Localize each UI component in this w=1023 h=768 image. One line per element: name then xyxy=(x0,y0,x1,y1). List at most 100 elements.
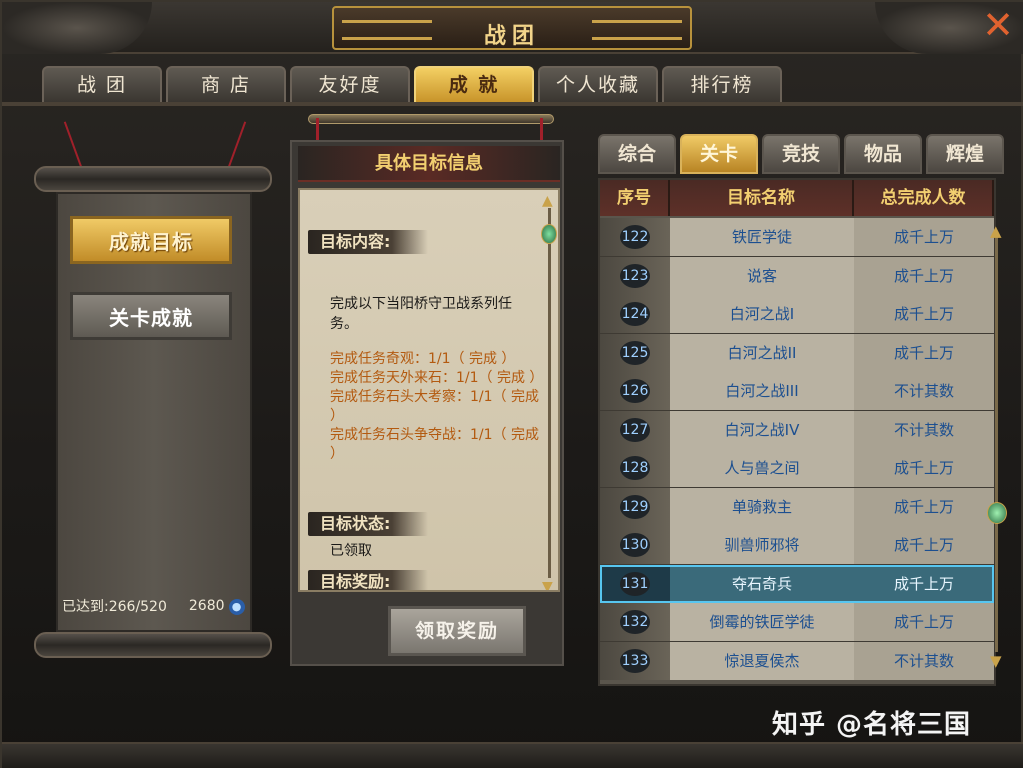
row-completion-count: 不计其数 xyxy=(854,372,994,410)
goal-detail-panel: 具体目标信息 目标内容: 完成以下当阳桥守卫战系列任务。 完成任务奇观：1/1（… xyxy=(290,114,568,666)
left-scroll-panel: 成就目标 关卡成就 已达到:266/520 2680 ● xyxy=(34,120,274,660)
points-display: 2680 ● xyxy=(189,598,245,615)
detail-box: 具体目标信息 目标内容: 完成以下当阳桥守卫战系列任务。 完成任务奇观：1/1（… xyxy=(290,140,564,666)
task-item: 完成任务奇观：1/1（ 完成 ） xyxy=(330,351,516,367)
game-window: 战团 ✕ 战 团 商 店 友好度 成 就 个人收藏 排行榜 成就目标 关卡成就 … xyxy=(0,0,1023,768)
row-number: 133 xyxy=(620,648,650,673)
scroll-up-icon[interactable]: ▲ xyxy=(990,222,1002,240)
table-row[interactable]: 132 倒霉的铁匠学徒 成千上万 xyxy=(600,603,994,642)
row-number-cell: 122 xyxy=(600,218,670,256)
goal-state-label: 目标状态: xyxy=(308,512,428,536)
tab-shop[interactable]: 商 店 xyxy=(166,66,286,102)
task-list: 完成任务奇观：1/1（ 完成 ） 完成任务天外来石：1/1（ 完成 ） 完成任务… xyxy=(330,350,544,464)
goal-description: 完成以下当阳桥守卫战系列任务。 xyxy=(330,296,512,332)
row-number: 128 xyxy=(620,456,650,480)
row-completion-count: 成千上万 xyxy=(854,333,994,372)
tab-general[interactable]: 综合 xyxy=(598,134,676,174)
tab-friendship[interactable]: 友好度 xyxy=(290,66,410,102)
row-number-cell: 132 xyxy=(600,603,670,641)
task-item: 完成任务天外来石：1/1（ 完成 ） xyxy=(330,370,544,386)
table-row[interactable]: 127 白河之战IV 不计其数 xyxy=(600,410,994,449)
tab-glory[interactable]: 辉煌 xyxy=(926,134,1004,174)
goal-content-label: 目标内容: xyxy=(308,230,428,254)
row-number: 126 xyxy=(620,379,650,403)
column-header-count: 总完成人数 xyxy=(854,180,994,216)
tab-achievement[interactable]: 成 就 xyxy=(414,66,534,102)
row-goal-name: 白河之战IV xyxy=(670,410,854,449)
stage-achievement-button[interactable]: 关卡成就 xyxy=(70,292,232,340)
row-goal-name: 夺石奇兵 xyxy=(670,564,854,603)
scroll-down-icon[interactable]: ▼ xyxy=(542,580,553,590)
title-bar: 战团 ✕ xyxy=(2,2,1023,54)
row-completion-count: 不计其数 xyxy=(854,410,994,449)
row-goal-name: 白河之战I xyxy=(670,295,854,333)
achievement-table: 序号 目标名称 总完成人数 122 铁匠学徒 成千上万 123 说客 成千上万 124 白河之… xyxy=(598,178,996,686)
row-goal-name: 人与兽之间 xyxy=(670,449,854,487)
row-completion-count: 成千上万 xyxy=(854,218,994,256)
main-tab-bar: 战 团 商 店 友好度 成 就 个人收藏 排行榜 xyxy=(42,66,782,102)
progress-label: 已达到:266/520 xyxy=(62,599,167,615)
achievement-goal-button[interactable]: 成就目标 xyxy=(70,216,232,264)
tab-collection[interactable]: 个人收藏 xyxy=(538,66,658,102)
row-number-cell: 128 xyxy=(600,449,670,487)
row-completion-count: 成千上万 xyxy=(854,526,994,564)
row-number: 131 xyxy=(620,571,650,596)
tab-arena[interactable]: 竞技 xyxy=(762,134,840,174)
claim-reward-button[interactable]: 领取奖励 xyxy=(388,606,526,656)
row-number-cell: 123 xyxy=(600,256,670,295)
row-number-cell: 131 xyxy=(600,564,670,603)
window-title: 战团 xyxy=(483,24,540,49)
table-row[interactable]: 125 白河之战II 成千上万 xyxy=(600,333,994,372)
tab-ranking[interactable]: 排行榜 xyxy=(662,66,782,102)
row-completion-count: 成千上万 xyxy=(854,449,994,487)
row-number: 123 xyxy=(620,263,650,288)
table-row[interactable]: 133 惊退夏侯杰 不计其数 xyxy=(600,641,994,680)
achievement-list-panel: 综合 关卡 竞技 物品 辉煌 序号 目标名称 总完成人数 122 铁匠学徒 成千上万… xyxy=(598,126,1008,686)
scroll-up-icon[interactable]: ▲ xyxy=(542,194,553,208)
table-row[interactable]: 123 说客 成千上万 xyxy=(600,256,994,295)
row-completion-count: 成千上万 xyxy=(854,256,994,295)
row-number: 127 xyxy=(620,417,650,442)
tab-stage[interactable]: 关卡 xyxy=(680,134,758,174)
tab-team[interactable]: 战 团 xyxy=(42,66,162,102)
column-header-name: 目标名称 xyxy=(670,180,854,216)
row-goal-name: 说客 xyxy=(670,256,854,295)
table-row[interactable]: 131 夺石奇兵 成千上万 xyxy=(600,564,994,603)
coin-icon: ● xyxy=(228,598,245,615)
row-goal-name: 白河之战III xyxy=(670,372,854,410)
scroll-roller-bottom xyxy=(34,632,272,658)
table-row[interactable]: 124 白河之战I 成千上万 xyxy=(600,295,994,334)
row-number: 130 xyxy=(620,533,650,557)
row-number-cell: 124 xyxy=(600,295,670,333)
column-header-no: 序号 xyxy=(600,180,670,216)
row-number-cell: 127 xyxy=(600,410,670,449)
row-goal-name: 惊退夏侯杰 xyxy=(670,641,854,680)
scroll-down-icon[interactable]: ▼ xyxy=(990,652,1002,670)
row-number: 129 xyxy=(620,494,650,519)
scrollbar-thumb[interactable] xyxy=(541,224,557,244)
row-number-cell: 133 xyxy=(600,641,670,680)
row-completion-count: 成千上万 xyxy=(854,603,994,641)
dragon-ornament-left xyxy=(2,2,152,54)
rod-ribbon-right xyxy=(540,118,543,140)
list-scrollbar[interactable]: ▲ ▼ xyxy=(987,222,1007,670)
table-row[interactable]: 126 白河之战III 不计其数 xyxy=(600,372,994,411)
detail-scrollbar[interactable]: ▲ ▼ xyxy=(541,194,557,590)
table-row[interactable]: 122 铁匠学徒 成千上万 xyxy=(600,218,994,257)
rod-ribbon-left xyxy=(316,118,319,140)
table-row[interactable]: 128 人与兽之间 成千上万 xyxy=(600,449,994,488)
row-number-cell: 126 xyxy=(600,372,670,410)
row-number: 125 xyxy=(620,340,650,365)
scrollbar-track xyxy=(548,208,551,578)
task-item: 完成任务石头大考察：1/1（ 完成 ） xyxy=(330,389,539,424)
goal-reward-label: 目标奖励: xyxy=(308,570,428,590)
table-row[interactable]: 129 单骑救主 成千上万 xyxy=(600,487,994,526)
detail-body: 目标内容: 完成以下当阳桥守卫战系列任务。 完成任务奇观：1/1（ 完成 ） 完… xyxy=(298,188,560,592)
scrollbar-thumb[interactable] xyxy=(987,502,1007,524)
table-header: 序号 目标名称 总完成人数 xyxy=(600,180,994,216)
table-row[interactable]: 130 驯兽师邪将 成千上万 xyxy=(600,526,994,565)
bottom-frame-bar xyxy=(2,742,1023,768)
scrollbar-track xyxy=(995,236,998,652)
close-icon[interactable]: ✕ xyxy=(979,6,1017,44)
tab-items[interactable]: 物品 xyxy=(844,134,922,174)
